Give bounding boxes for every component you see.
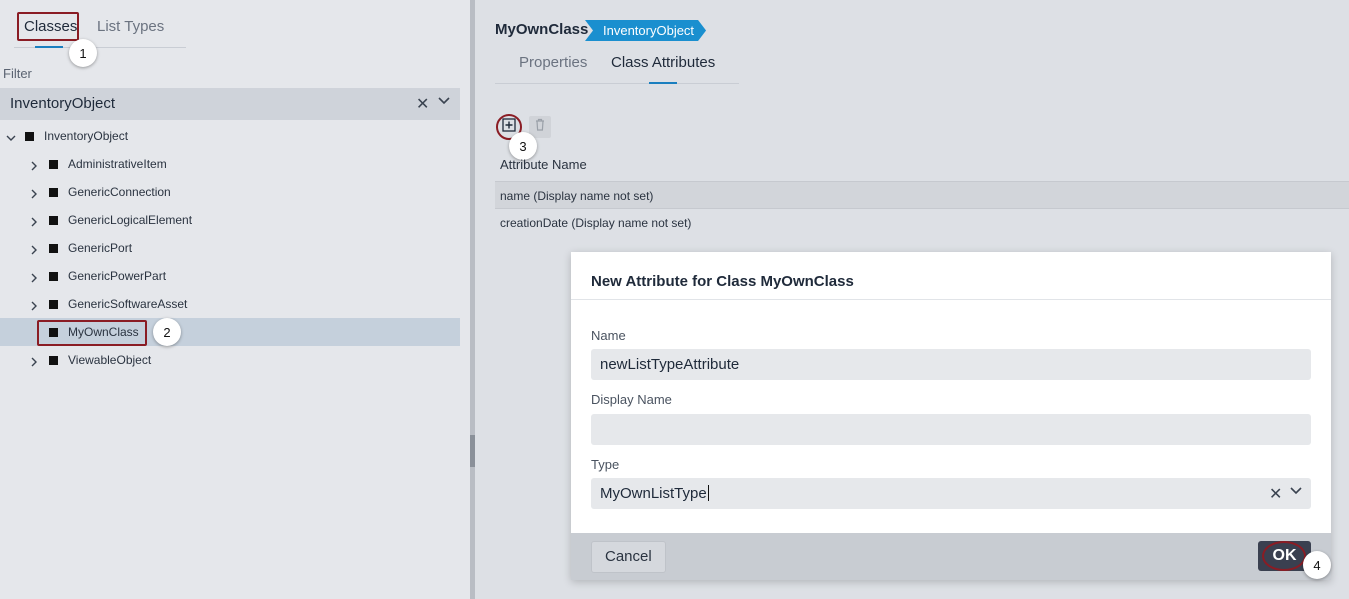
clear-icon[interactable]: ✕ <box>1269 484 1282 504</box>
tree-item-label: GenericPort <box>68 241 133 255</box>
tab-list-types[interactable]: List Types <box>97 18 164 35</box>
display-name-field[interactable] <box>591 414 1311 445</box>
tree-item-genericpowerpart[interactable]: GenericPowerPart <box>0 262 460 290</box>
class-square-icon <box>49 244 58 253</box>
active-tab-indicator <box>649 82 677 84</box>
tree-item-administrativeitem[interactable]: AdministrativeItem <box>0 150 460 178</box>
chevron-right-icon[interactable] <box>29 298 39 311</box>
chevron-right-icon[interactable] <box>29 186 39 199</box>
callout-number-3: 3 <box>509 132 537 160</box>
filter-label: Filter <box>3 66 32 81</box>
name-field-value: newListTypeAttribute <box>600 356 740 373</box>
class-square-icon <box>49 272 58 281</box>
tree-item-viewableobject[interactable]: ViewableObject <box>0 346 460 374</box>
class-square-icon <box>49 160 58 169</box>
chevron-down-icon[interactable] <box>1289 484 1303 503</box>
tree-item-genericlogicalelement[interactable]: GenericLogicalElement <box>0 206 460 234</box>
trash-icon <box>534 118 546 136</box>
dialog-footer: Cancel OK <box>571 533 1331 580</box>
cancel-button[interactable]: Cancel <box>591 541 666 573</box>
type-select[interactable]: MyOwnListType ✕ <box>591 478 1311 509</box>
tree-item-label: GenericSoftwareAsset <box>68 297 188 311</box>
attribute-name-column-header: Attribute Name <box>500 157 587 172</box>
chevron-right-icon[interactable] <box>29 214 39 227</box>
class-square-icon <box>49 216 58 225</box>
class-square-icon <box>49 356 58 365</box>
class-browser-panel: Classes List Types 1 Filter InventoryObj… <box>0 0 470 599</box>
display-name-label: Display Name <box>591 392 672 407</box>
callout-highlight-ok-button <box>1262 541 1306 571</box>
tree-item-label: GenericLogicalElement <box>68 213 193 227</box>
type-label: Type <box>591 457 620 472</box>
chevron-down-icon[interactable] <box>6 130 16 141</box>
chevron-down-icon[interactable] <box>437 94 451 113</box>
name-field[interactable]: newListTypeAttribute <box>591 349 1311 380</box>
tree-item-label: InventoryObject <box>44 129 129 143</box>
tree-item-genericport[interactable]: GenericPort <box>0 234 460 262</box>
name-label: Name <box>591 328 626 343</box>
class-name-title: MyOwnClass <box>495 21 589 38</box>
tree-item-label: AdministrativeItem <box>68 157 167 171</box>
type-select-value: MyOwnListType <box>600 485 707 502</box>
detail-tab-bar: Properties Class Attributes <box>495 50 739 84</box>
tree-item-genericsoftwareasset[interactable]: GenericSoftwareAsset <box>0 290 460 318</box>
chevron-right-icon[interactable] <box>29 354 39 367</box>
chevron-right-icon[interactable] <box>29 242 39 255</box>
dialog-title: New Attribute for Class MyOwnClass <box>591 273 854 290</box>
callout-number-2: 2 <box>153 318 181 346</box>
active-tab-indicator <box>35 46 63 48</box>
tab-properties[interactable]: Properties <box>519 54 587 71</box>
filter-value: InventoryObject <box>10 95 116 112</box>
tree-item-label: GenericPowerPart <box>68 269 167 283</box>
table-row[interactable]: name (Display name not set) <box>495 181 1349 209</box>
chevron-right-icon[interactable] <box>29 158 39 171</box>
callout-highlight-myownclass <box>37 320 147 346</box>
tree-item-label: ViewableObject <box>68 353 152 367</box>
dialog-divider <box>571 299 1331 300</box>
tab-class-attributes[interactable]: Class Attributes <box>611 54 715 71</box>
callout-number-4: 4 <box>1303 551 1331 579</box>
class-square-icon <box>49 300 58 309</box>
callout-number-1: 1 <box>69 39 97 67</box>
text-caret <box>707 485 709 501</box>
new-attribute-dialog: New Attribute for Class MyOwnClass Name … <box>571 252 1331 580</box>
callout-highlight-classes-tab <box>17 12 79 41</box>
filter-select[interactable]: InventoryObject ✕ <box>0 88 460 120</box>
chevron-right-icon[interactable] <box>29 270 39 283</box>
clear-icon[interactable]: ✕ <box>416 94 429 114</box>
class-square-icon <box>49 188 58 197</box>
tree-item-label: GenericConnection <box>68 185 171 199</box>
parent-class-badge[interactable]: InventoryObject <box>585 20 706 41</box>
tree-item-genericconnection[interactable]: GenericConnection <box>0 178 460 206</box>
table-row[interactable]: creationDate (Display name not set) <box>495 209 1349 237</box>
tree-root-row[interactable]: InventoryObject <box>0 122 460 150</box>
class-square-icon <box>25 132 34 141</box>
